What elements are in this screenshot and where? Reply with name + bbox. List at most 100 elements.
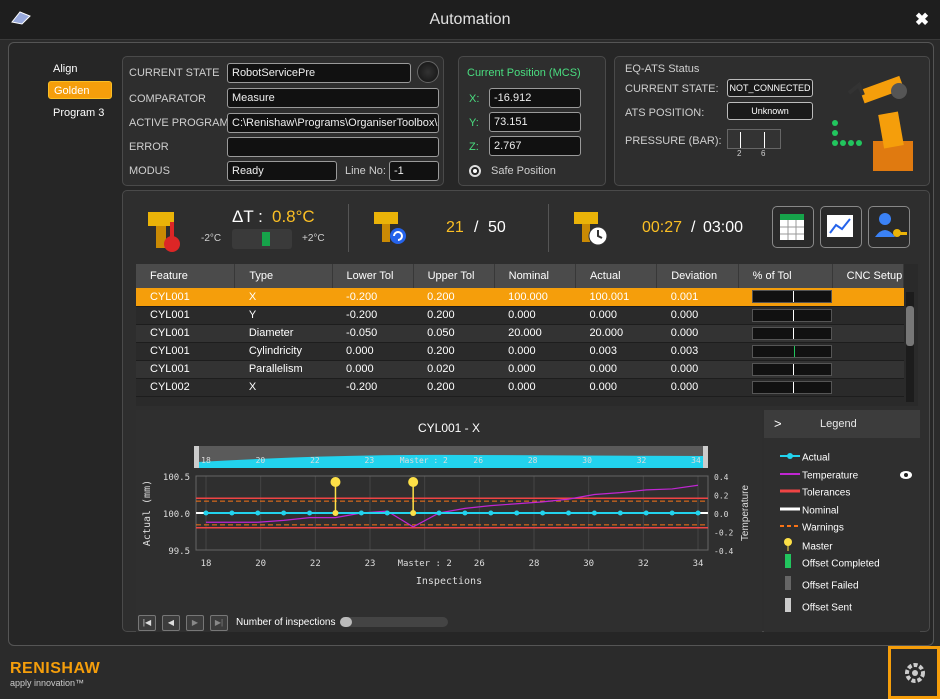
actual-data-point: [488, 510, 494, 516]
table-row[interactable]: CYL001 Diameter -0.050 0.050 20.000 20.000 0.0…: [136, 324, 904, 343]
master-marker: [408, 477, 419, 487]
divider: [348, 204, 349, 252]
safe-position-radio[interactable]: [469, 165, 481, 177]
x-tick-label: 26: [474, 559, 485, 569]
position-title: Current Position (MCS): [467, 67, 581, 79]
temperature-series-line: [206, 484, 699, 528]
table-cell: 0.050: [413, 324, 495, 343]
cnc-setup-cell: [832, 378, 904, 397]
next-page-button[interactable]: ▶: [186, 615, 204, 631]
export-chart-button[interactable]: [820, 206, 862, 248]
x-tick-label: 30: [583, 559, 594, 569]
line-no-label: Line No:: [345, 165, 386, 177]
temp-min-label: -2°C: [201, 233, 222, 244]
user-key-icon: [875, 213, 907, 237]
table-row[interactable]: CYL002 X -0.200 0.200 0.000 0.000 0.000: [136, 378, 904, 397]
table-header[interactable]: Actual: [575, 264, 658, 288]
legend-panel: > Legend Actual Temperature Tolerances N…: [764, 410, 920, 632]
export-excel-button[interactable]: [772, 206, 814, 248]
program-item-golden[interactable]: Golden: [48, 81, 112, 99]
state-panel: CURRENT STATE RobotServicePre COMPARATOR…: [122, 56, 444, 186]
overview-handle-left: [194, 446, 199, 468]
x-tick-label: 23: [365, 559, 376, 569]
overview-tick-label: 18: [201, 456, 211, 465]
x-tick-label: Master : 2: [398, 559, 452, 569]
table-cell: 0.000: [575, 360, 657, 379]
actual-data-point: [229, 510, 235, 516]
table-cell: 0.000: [332, 342, 414, 361]
table-row[interactable]: CYL001 Cylindricity 0.000 0.200 0.000 0.003 0.…: [136, 342, 904, 361]
modus-label: MODUS: [129, 165, 170, 177]
table-cell: 0.000: [494, 342, 576, 361]
x-tick-label: 28: [529, 559, 540, 569]
y-axis-label: Actual (mm): [142, 480, 153, 546]
z-label: Z:: [469, 141, 479, 153]
actual-data-point: [669, 510, 675, 516]
actual-data-point: [514, 510, 520, 516]
user-access-button[interactable]: [868, 206, 910, 248]
table-scrollbar[interactable]: [906, 292, 914, 402]
status-indicator-icon: [417, 61, 439, 83]
table-row[interactable]: CYL001 Parallelism 0.000 0.020 0.000 0.000 0.0…: [136, 360, 904, 379]
actual-data-point: [255, 510, 261, 516]
y2-axis-label: Temperature: [740, 484, 751, 541]
pct-of-tol-bar: [752, 344, 833, 358]
table-header[interactable]: Deviation: [656, 264, 739, 288]
cnc-setup-cell: [832, 306, 904, 325]
table-header[interactable]: Feature: [136, 264, 236, 288]
program-item-program-3[interactable]: Program 3: [48, 104, 112, 122]
prev-page-button[interactable]: ◀: [162, 615, 180, 631]
table-cell: X: [234, 288, 333, 307]
eye-icon[interactable]: [900, 470, 912, 480]
y-tick-label: 99.5: [168, 547, 190, 557]
eqats-panel: EQ-ATS Status CURRENT STATE: NOT_CONNECT…: [614, 56, 930, 186]
pct-of-tol-cell: [738, 288, 833, 307]
overview-tick-label: Master : 2: [400, 456, 448, 465]
active-program-field: C:\Renishaw\Programs\OrganiserToolbox\Or…: [227, 113, 439, 133]
table-cell: 0.000: [656, 324, 739, 343]
table-cell: 0.000: [656, 378, 739, 397]
table-row[interactable]: CYL001 Y -0.200 0.200 0.000 0.000 0.000: [136, 306, 904, 325]
table-cell: 0.200: [413, 306, 495, 325]
timer-icon: [574, 212, 608, 246]
table-header[interactable]: Nominal: [494, 264, 576, 288]
x-field: -16.912: [489, 88, 581, 108]
pct-of-tol-cell: [738, 360, 833, 379]
actual-data-point: [307, 510, 313, 516]
window-title: Automation: [429, 11, 511, 28]
ats-position-label: ATS POSITION:: [625, 107, 705, 119]
table-cell: CYL001: [136, 288, 235, 307]
num-inspections-label: Number of inspections: [236, 617, 336, 628]
table-cell: CYL001: [136, 324, 235, 343]
current-state-label: CURRENT STATE: [129, 67, 220, 79]
pct-of-tol-bar: [752, 380, 833, 394]
actual-data-point: [617, 510, 623, 516]
pressure-tick-low: 2: [737, 149, 742, 158]
overview-tick-label: 22: [310, 456, 320, 465]
actual-data-point: [591, 510, 597, 516]
legend-tolerances: Tolerances: [780, 487, 851, 499]
table-header[interactable]: Upper Tol: [413, 264, 495, 288]
legend-offset-failed: Offset Failed: [780, 576, 859, 592]
settings-button[interactable]: [888, 646, 940, 699]
actual-data-point: [203, 510, 209, 516]
table-header[interactable]: Type: [234, 264, 333, 288]
table-row[interactable]: CYL001 X -0.200 0.200 100.000 100.001 0.001: [136, 288, 904, 307]
table-cell: 0.003: [656, 342, 739, 361]
table-cell: 0.000: [656, 360, 739, 379]
table-cell: 0.000: [575, 378, 657, 397]
actual-data-point: [695, 510, 701, 516]
y2-tick-label: 0.2: [714, 492, 729, 501]
first-page-button[interactable]: |◀: [138, 615, 156, 631]
num-inspections-slider[interactable]: [340, 617, 448, 627]
table-header[interactable]: CNC Setup: [832, 264, 905, 288]
close-icon[interactable]: ✖: [912, 10, 932, 30]
legend-expand-icon[interactable]: >: [774, 416, 782, 431]
table-header[interactable]: % of Tol: [738, 264, 833, 288]
overview-tick-label: 34: [691, 456, 701, 465]
program-item-align[interactable]: Align: [48, 60, 112, 78]
table-header[interactable]: Lower Tol: [332, 264, 414, 288]
master-marker: [330, 477, 341, 487]
last-page-button[interactable]: ▶|: [210, 615, 228, 631]
pct-of-tol-bar: [752, 308, 833, 322]
